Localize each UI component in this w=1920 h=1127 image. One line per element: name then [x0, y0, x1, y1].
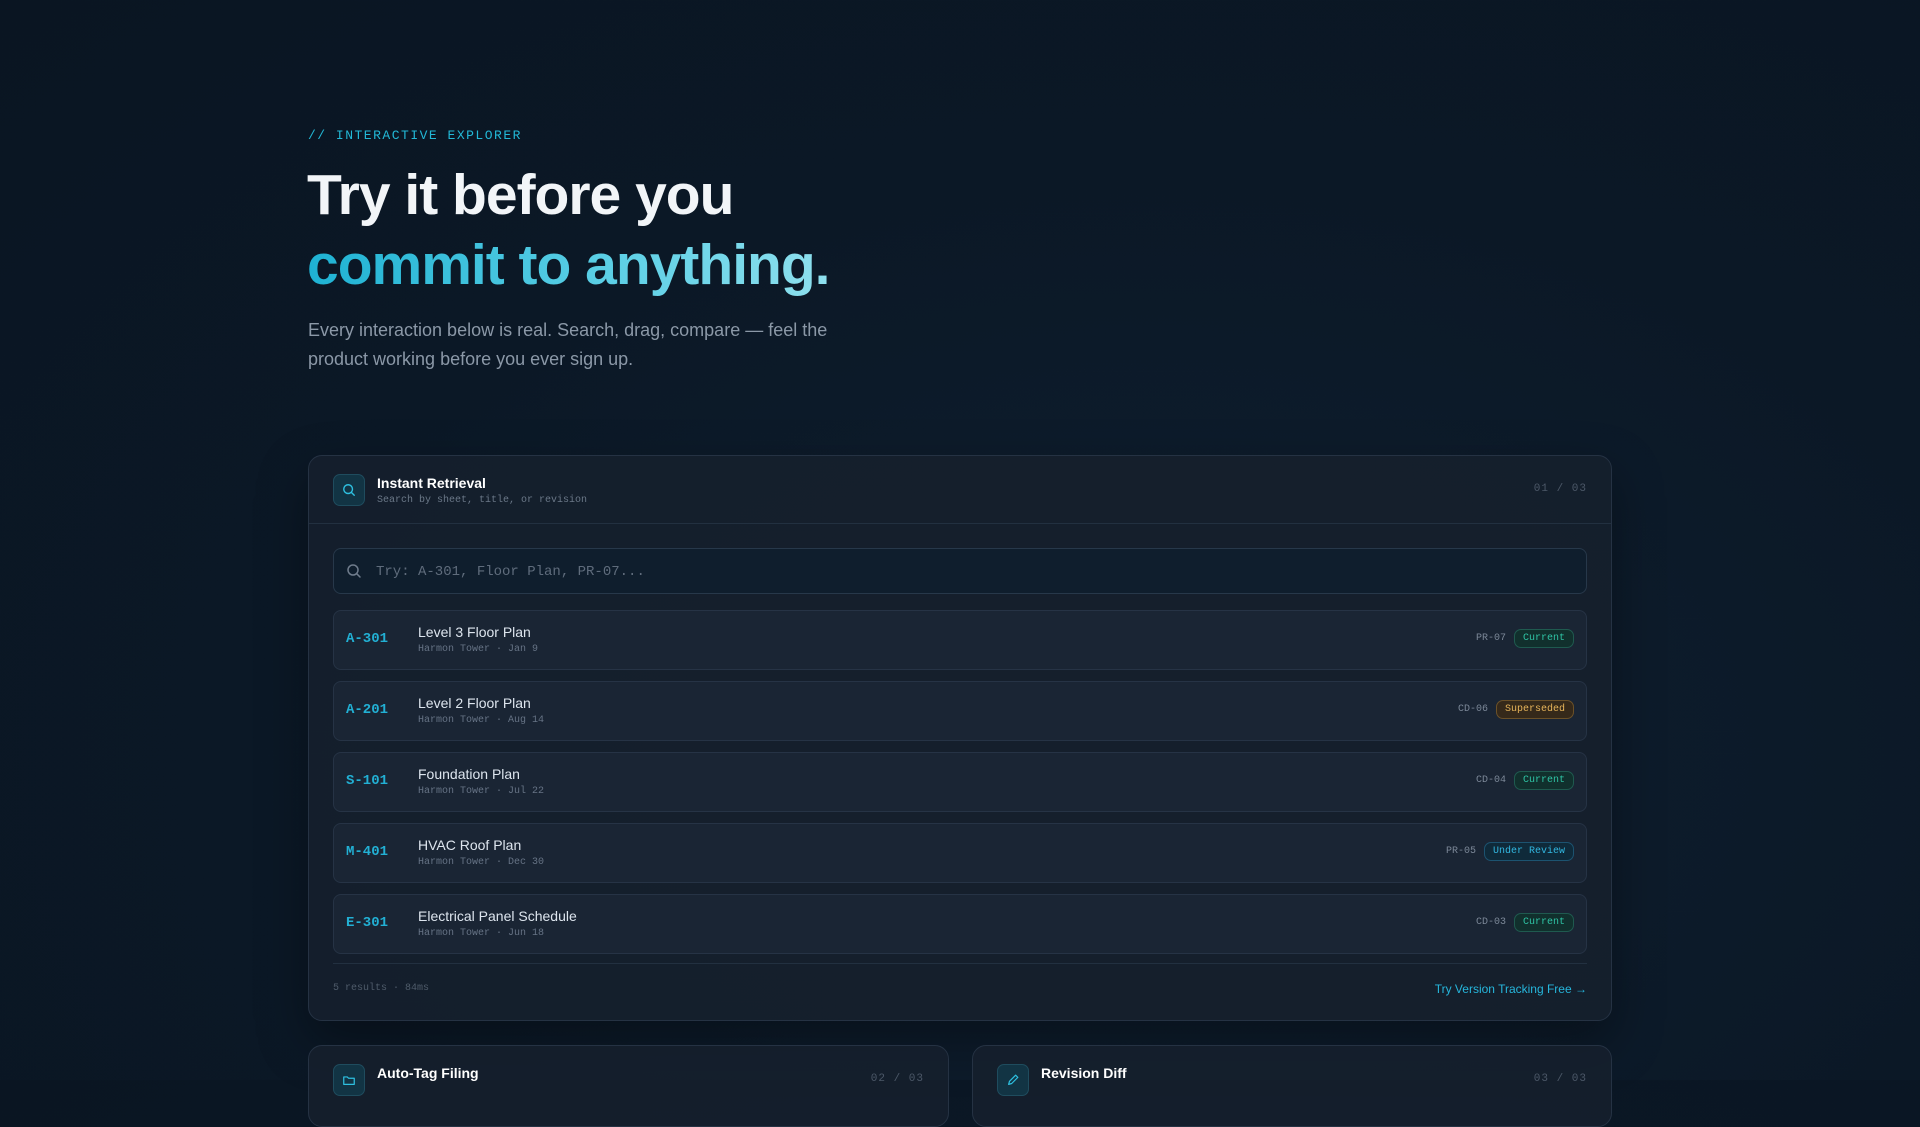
status-badge: Current: [1513, 771, 1574, 790]
row-status-group: CD-04 Current: [1476, 771, 1574, 790]
revision-code: CD-04: [1475, 775, 1506, 786]
sheet-title: Level 3 Floor Plan: [418, 624, 531, 640]
status-badge: Current: [1513, 913, 1574, 932]
sheet-meta: Harmon Tower · Dec 30: [418, 857, 545, 868]
hero-title-line2: commit to anything.: [307, 230, 830, 300]
sheet-title: Level 2 Floor Plan: [418, 695, 531, 711]
sheet-code: A-201: [346, 702, 389, 718]
sheet-code: A-301: [346, 631, 389, 647]
result-row[interactable]: A-201 Level 2 Floor Plan Harmon Tower · Au…: [333, 681, 1587, 741]
try-version-tracking-link[interactable]: Try Version Tracking Free →: [1435, 982, 1587, 996]
pencil-icon: [997, 1064, 1029, 1096]
search-field-icon: [346, 563, 362, 584]
auto-tag-counter: 02 / 03: [870, 1073, 924, 1085]
sheet-title: Electrical Panel Schedule: [418, 908, 577, 924]
revision-diff-counter: 03 / 03: [1533, 1073, 1587, 1085]
revision-code: PR-07: [1475, 633, 1506, 644]
search-input[interactable]: [374, 549, 1578, 595]
status-badge: Under Review: [1483, 842, 1574, 861]
result-row[interactable]: E-301 Electrical Panel Schedule Harmon Tow…: [333, 894, 1587, 954]
row-status-group: CD-06 Superseded: [1458, 700, 1574, 719]
search-icon: [333, 474, 365, 506]
sheet-code: M-401: [346, 844, 389, 860]
row-status-group: CD-03 Current: [1476, 913, 1574, 932]
row-status-group: PR-07 Current: [1476, 629, 1574, 648]
sheet-meta: Harmon Tower · Aug 14: [418, 715, 545, 726]
status-badge: Current: [1513, 629, 1574, 648]
revision-diff-card[interactable]: Revision Diff 03 / 03: [972, 1045, 1612, 1127]
revision-code: CD-03: [1475, 917, 1506, 928]
folder-icon: [333, 1064, 365, 1096]
sheet-meta: Harmon Tower · Jun 18: [418, 928, 545, 939]
sheet-meta: Harmon Tower · Jul 22: [418, 786, 545, 797]
card-header: Instant Retrieval Search by sheet, title…: [309, 456, 1611, 524]
hero-title: Try it before you commit to anything.: [307, 160, 830, 300]
sheet-title: Foundation Plan: [418, 766, 520, 782]
sheet-meta: Harmon Tower · Jan 9: [418, 644, 539, 655]
instant-retrieval-card: Instant Retrieval Search by sheet, title…: [308, 455, 1612, 1021]
results-list: A-301 Level 3 Floor Plan Harmon Tower · Ja…: [333, 610, 1587, 965]
card-subtitle: Search by sheet, title, or revision: [377, 495, 588, 506]
revision-code: PR-05: [1445, 846, 1476, 857]
hero-subtitle: Every interaction below is real. Search,…: [308, 320, 828, 369]
card-title: Instant Retrieval: [377, 475, 486, 491]
hero-eyebrow: // INTERACTIVE EXPLORER: [308, 128, 522, 143]
result-row[interactable]: S-101 Foundation Plan Harmon Tower · Jul 2…: [333, 752, 1587, 812]
card-footer-divider: [333, 963, 1587, 964]
row-status-group: PR-05 Under Review: [1446, 842, 1574, 861]
auto-tag-filing-card[interactable]: Auto-Tag Filing 02 / 03: [308, 1045, 949, 1127]
result-row[interactable]: M-401 HVAC Roof Plan Harmon Tower · Dec 30…: [333, 823, 1587, 883]
revision-diff-title: Revision Diff: [1041, 1065, 1127, 1081]
search-box: [333, 548, 1587, 595]
auto-tag-title: Auto-Tag Filing: [377, 1065, 479, 1081]
revision-code: CD-06: [1457, 704, 1488, 715]
sheet-title: HVAC Roof Plan: [418, 837, 522, 853]
sheet-code: E-301: [346, 915, 389, 931]
results-stats: 5 results · 84ms: [333, 983, 430, 994]
result-row[interactable]: A-301 Level 3 Floor Plan Harmon Tower · Ja…: [333, 610, 1587, 670]
status-badge: Superseded: [1495, 700, 1574, 719]
hero-title-line1: Try it before you: [307, 163, 734, 227]
sheet-code: S-101: [346, 773, 389, 789]
card-counter: 01 / 03: [1533, 483, 1587, 495]
